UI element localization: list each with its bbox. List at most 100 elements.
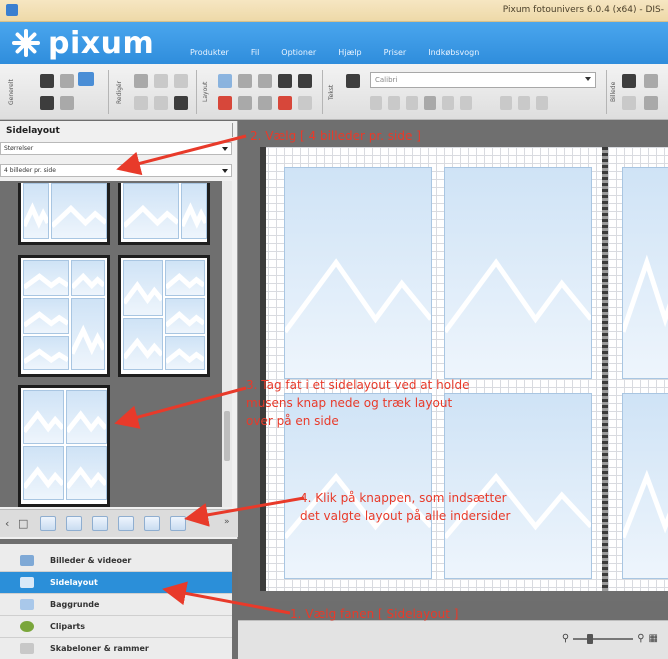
photo-icon <box>20 555 34 566</box>
filter-select[interactable]: Størrelser <box>0 142 232 155</box>
annotation-step4-line2: det valgte layout på alle indersider <box>300 509 511 523</box>
layout-single-button[interactable] <box>40 516 56 531</box>
mountain-line <box>445 263 591 332</box>
mountain-placeholder-icon <box>72 299 104 369</box>
text-box-icon[interactable] <box>346 74 360 88</box>
fit-page-icon[interactable]: ▦ <box>649 633 658 644</box>
tab-billeder-videoer[interactable]: Billeder & videoer <box>0 550 232 572</box>
layout-reset-button[interactable] <box>170 516 186 531</box>
toolbar-group-label: Tekst <box>328 84 335 100</box>
mountain-line <box>52 208 106 226</box>
menu-item-produkter[interactable]: Produkter <box>190 48 229 57</box>
ungroup-icon[interactable] <box>278 96 292 110</box>
more-tools-icon[interactable]: » <box>224 517 230 527</box>
font-size-icon[interactable] <box>460 96 472 110</box>
print-icon[interactable] <box>40 96 54 110</box>
undo-icon[interactable] <box>218 96 232 110</box>
open-icon[interactable] <box>60 74 74 88</box>
menu-item-hjaelp[interactable]: Hjælp <box>338 48 361 57</box>
layout-thumbnail[interactable] <box>18 183 110 245</box>
mountain-line <box>24 351 68 362</box>
apply-layout-all-pages-button[interactable] <box>144 516 160 531</box>
layer-back-icon[interactable] <box>298 74 312 88</box>
menu-item-optioner[interactable]: Optioner <box>281 48 316 57</box>
image-edit-icon[interactable] <box>644 74 658 88</box>
layout-thumbnail[interactable] <box>118 255 210 377</box>
annotation-step3-line3: over på en side <box>246 414 339 428</box>
group-icon[interactable] <box>258 96 272 110</box>
page-icon[interactable]: □ <box>18 517 28 530</box>
tab-sidelayout[interactable]: Sidelayout <box>0 572 232 594</box>
text-more-icon[interactable] <box>536 96 548 110</box>
font-select-value: Calibri <box>375 76 398 84</box>
photo-placeholder[interactable] <box>444 393 592 579</box>
image-icon[interactable] <box>622 74 636 88</box>
mountain-placeholder-icon <box>124 261 162 315</box>
mountain-line <box>24 414 63 431</box>
menu-item-indkoebsvogn[interactable]: Indkøbsvogn <box>428 48 479 57</box>
underline-icon[interactable] <box>406 96 418 110</box>
layout-count-select-value: 4 billeder pr. side <box>4 167 56 174</box>
zoom-in-icon[interactable]: ⚲ <box>637 633 644 644</box>
italic-icon[interactable] <box>388 96 400 110</box>
settings-gear-icon[interactable] <box>60 96 74 110</box>
layer-front-icon[interactable] <box>278 74 292 88</box>
paste-icon[interactable] <box>174 96 188 110</box>
mountain-line <box>67 414 106 431</box>
rotate-icon[interactable] <box>238 74 252 88</box>
redo-icon[interactable] <box>238 96 252 110</box>
layout-thumbnail[interactable] <box>118 183 210 245</box>
mountain-placeholder-icon <box>623 168 668 378</box>
mountain-placeholder-icon <box>124 319 162 369</box>
zoom-out-icon[interactable]: ⚲ <box>562 633 569 644</box>
title-bar: Pixum fotounivers 6.0.4 (x64) - DIS- <box>0 0 668 22</box>
filter-select-value: Størrelser <box>4 145 34 152</box>
bold-icon[interactable] <box>370 96 382 110</box>
align-icon[interactable] <box>218 74 232 88</box>
layout-count-select[interactable]: 4 billeder pr. side <box>0 164 232 177</box>
layout-right-button[interactable] <box>92 516 108 531</box>
mountain-placeholder-icon <box>24 299 68 333</box>
layout-thumbnail[interactable] <box>18 255 110 377</box>
tab-cliparts[interactable]: Cliparts <box>0 616 232 638</box>
copy-icon[interactable] <box>154 96 168 110</box>
toolbar: Generelt Redigér Layout Tekst Calibri Bi… <box>0 64 668 120</box>
zoom-control: ⚲ ⚲ ▦ <box>562 633 658 644</box>
photo-placeholder[interactable] <box>622 393 668 579</box>
menu-item-fil[interactable]: Fil <box>251 48 259 57</box>
highlight-icon[interactable] <box>442 96 454 110</box>
layout-thumbnail-4-per-page[interactable] <box>18 385 110 507</box>
tab-baggrunde[interactable]: Baggrunde <box>0 594 232 616</box>
photo-placeholder[interactable] <box>444 167 592 379</box>
menu-bar: pixum Produkter Fil Optioner Hjælp Prise… <box>0 22 668 64</box>
image-filter-icon[interactable] <box>622 96 636 110</box>
font-select[interactable]: Calibri <box>370 72 596 88</box>
mountain-placeholder-icon <box>24 261 68 295</box>
mountain-placeholder-icon <box>166 261 204 295</box>
mountain-placeholder-icon <box>166 299 204 333</box>
image-zoom-icon[interactable] <box>644 96 658 110</box>
help-icon[interactable] <box>78 72 94 86</box>
delete-icon[interactable] <box>174 74 188 88</box>
save-icon[interactable] <box>40 74 54 88</box>
more-icon[interactable] <box>298 96 312 110</box>
photo-placeholder[interactable] <box>284 167 432 379</box>
text-color-icon[interactable] <box>424 96 436 110</box>
link-icon[interactable] <box>134 74 148 88</box>
layout-left-button[interactable] <box>66 516 82 531</box>
font-grow-icon[interactable] <box>500 96 512 110</box>
menu-item-priser[interactable]: Priser <box>384 48 407 57</box>
tab-skabeloner-rammer[interactable]: Skabeloner & rammer <box>0 638 232 659</box>
photo-placeholder[interactable] <box>622 167 668 379</box>
mountain-placeholder-icon <box>24 184 48 238</box>
arrange-icon[interactable] <box>258 74 272 88</box>
book-page-right[interactable] <box>608 147 668 591</box>
layout-list-scrollbar[interactable] <box>222 181 232 507</box>
font-shrink-icon[interactable] <box>518 96 530 110</box>
zoom-slider[interactable] <box>573 633 634 644</box>
layout-both-button[interactable] <box>118 516 134 531</box>
zoom-out-icon[interactable]: ‹ <box>5 517 9 530</box>
chain-icon[interactable] <box>154 74 168 88</box>
mountain-line <box>72 331 104 354</box>
crop-icon[interactable] <box>134 96 148 110</box>
